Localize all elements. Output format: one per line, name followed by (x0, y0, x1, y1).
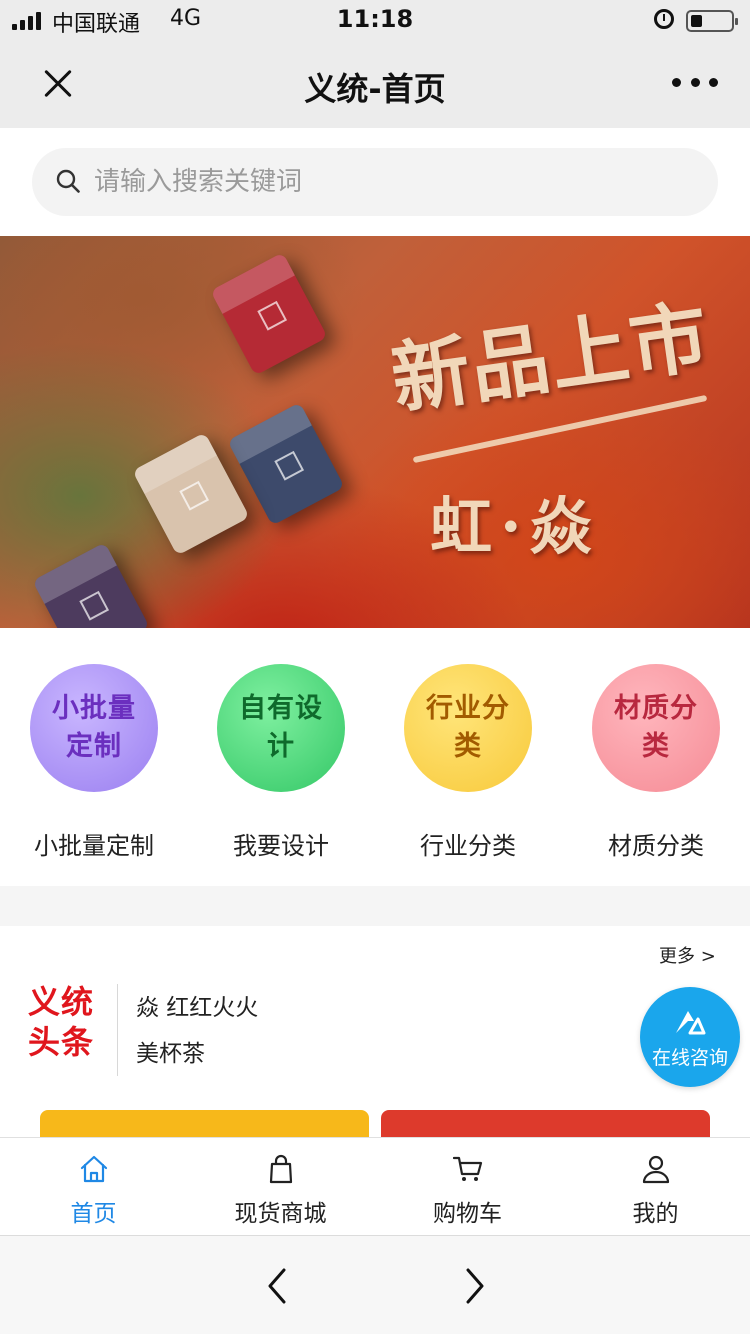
tab-label: 购物车 (433, 1201, 502, 1227)
consult-logo-icon (676, 1011, 706, 1035)
tab-label: 现货商城 (234, 1201, 327, 1227)
divider (117, 984, 118, 1076)
category-grid: 小批量定制 小批量定制 自有设计 我要设计 行业分类 行业分类 材质分类 材质分… (0, 628, 750, 886)
tea-tin-image (210, 252, 328, 376)
news-section: 更多 > 义统头条 焱 红红火火 美杯茶 (0, 926, 750, 1138)
category-icon: 小批量定制 (30, 664, 158, 792)
nav-bar: 义统-首页 (0, 40, 750, 128)
news-item[interactable]: 美杯茶 (136, 1034, 205, 1068)
battery-icon (686, 10, 738, 32)
category-design[interactable]: 自有设计 我要设计 (187, 662, 375, 862)
forward-arrow-icon[interactable] (454, 1266, 494, 1306)
category-material[interactable]: 材质分类 材质分类 (562, 662, 750, 862)
online-consult-button[interactable]: 在线咨询 (640, 987, 740, 1087)
back-arrow-icon[interactable] (258, 1266, 298, 1306)
browser-toolbar (0, 1235, 750, 1334)
tab-home[interactable]: 首页 (0, 1138, 187, 1236)
page-title: 义统-首页 (304, 70, 446, 108)
search-area (0, 128, 750, 236)
category-industry[interactable]: 行业分类 行业分类 (374, 662, 562, 862)
alarm-icon (654, 9, 674, 29)
search-icon (56, 169, 80, 193)
category-label: 我要设计 (233, 832, 329, 860)
shopping-bag-icon (269, 1154, 293, 1184)
promo-banner[interactable]: 新品上市 虹·焱 (0, 236, 750, 628)
battery-level (691, 15, 702, 27)
search-box[interactable] (32, 148, 718, 216)
banner-subline: 虹·焱 (430, 490, 600, 563)
product-card[interactable] (381, 1110, 710, 1138)
status-time: 11:18 (336, 5, 414, 33)
cart-icon (453, 1156, 483, 1181)
tab-label: 首页 (70, 1201, 117, 1227)
user-icon (642, 1155, 670, 1184)
more-dots-icon[interactable] (672, 78, 718, 90)
category-icon: 自有设计 (217, 664, 345, 792)
category-label: 小批量定制 (34, 832, 154, 860)
tea-tin-image (32, 542, 150, 628)
category-icon: 材质分类 (592, 664, 720, 792)
news-item[interactable]: 焱 红红火火 (136, 988, 258, 1022)
news-logo: 义统头条 (28, 983, 95, 1061)
product-card[interactable] (40, 1110, 369, 1138)
consult-label: 在线咨询 (651, 1047, 728, 1069)
tab-profile[interactable]: 我的 (562, 1138, 749, 1236)
tab-shop[interactable]: 现货商城 (187, 1138, 374, 1236)
tab-label: 我的 (632, 1201, 679, 1227)
category-label: 材质分类 (608, 832, 704, 860)
category-small-batch[interactable]: 小批量定制 小批量定制 (0, 662, 188, 862)
tab-cart[interactable]: 购物车 (374, 1138, 561, 1236)
search-input[interactable] (94, 148, 694, 216)
category-label: 行业分类 (420, 832, 516, 860)
status-bar: 中国联通 4G 11:18 (0, 0, 750, 40)
home-icon (80, 1155, 108, 1183)
tab-bar: 首页 现货商城 购物车 我的 (0, 1137, 750, 1235)
more-link[interactable]: 更多 > (659, 942, 716, 968)
category-icon: 行业分类 (404, 664, 532, 792)
